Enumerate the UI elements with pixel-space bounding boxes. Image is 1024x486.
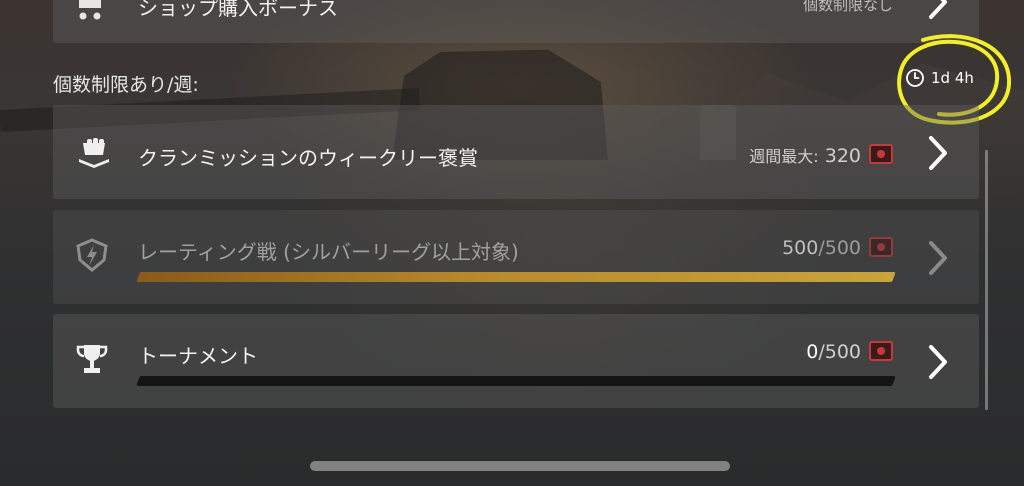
rating-shield-icon (75, 238, 109, 272)
rating-battles-label: レーティング戦 (シルバーリーグ以上対象) (138, 240, 519, 264)
chevron-right-icon (929, 241, 947, 275)
clan-missions-label: クランミッションのウィークリー褒賞 (138, 146, 478, 170)
reward-value: 320 (824, 145, 861, 167)
tournament-progress-bar (136, 376, 896, 386)
shop-bonus-limit-text: 個数制限なし (802, 0, 893, 14)
section-title: 個数制限あり/週: (53, 74, 199, 96)
ticket-icon (869, 144, 893, 164)
chevron-right-icon (929, 136, 947, 170)
scrollbar[interactable] (985, 150, 988, 410)
ticket-icon (869, 237, 893, 257)
clan-missions-reward: 週間最大: 320 (749, 143, 861, 167)
reward-value: 0 (806, 341, 819, 363)
shop-bonus-card[interactable]: ショップ購入ボーナス 個数制限なし (53, 0, 979, 43)
chevron-right-icon (929, 345, 947, 379)
tournament-progress-fill (136, 376, 140, 386)
clan-missions-card[interactable]: クランミッションのウィークリー褒賞 週間最大: 320 (53, 105, 979, 199)
ticket-icon (869, 341, 893, 361)
rating-battles-card[interactable]: レーティング戦 (シルバーリーグ以上対象) 500/500 (53, 210, 979, 304)
chevron-right-icon (929, 0, 947, 19)
tournament-label: トーナメント (138, 344, 258, 368)
reward-value: 500 (782, 237, 819, 259)
shopping-cart-icon (75, 0, 109, 28)
shop-bonus-label: ショップ購入ボーナス (138, 0, 338, 20)
reward-max: 500 (824, 237, 861, 259)
tournament-card[interactable]: トーナメント 0/500 (53, 314, 979, 408)
reward-prefix: 週間最大: (749, 147, 819, 166)
reward-max: 500 (824, 341, 861, 363)
rating-progress-fill (136, 272, 896, 282)
home-indicator[interactable] (310, 461, 730, 471)
trophy-icon (75, 342, 109, 376)
rating-progress-bar (136, 272, 896, 282)
clan-fist-icon (77, 135, 111, 169)
tournament-reward: 0/500 (806, 341, 861, 363)
rating-battles-reward: 500/500 (782, 237, 861, 259)
